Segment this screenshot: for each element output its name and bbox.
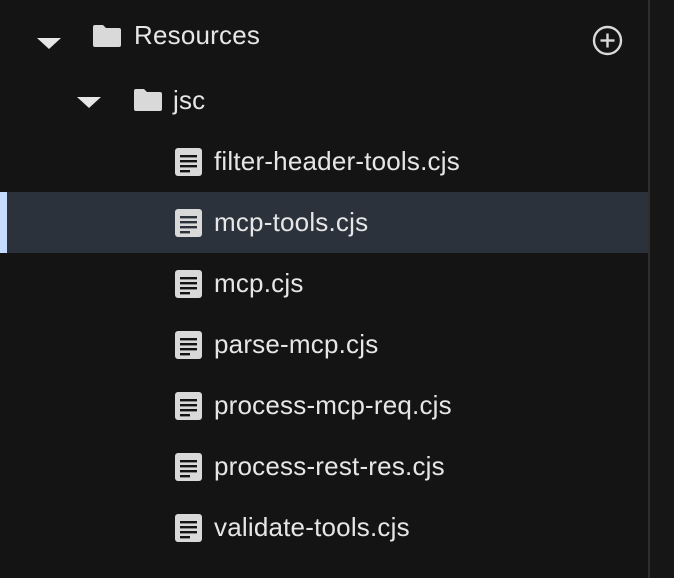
file-label: process-mcp-req.cjs [214,390,452,420]
folder-row-resources[interactable]: Resources [0,6,648,67]
file-text-icon [175,148,202,176]
file-row[interactable]: mcp.cjs [0,253,648,314]
file-text-icon [175,392,202,420]
file-text-icon [175,331,202,359]
file-label: filter-header-tools.cjs [214,146,460,176]
file-label: mcp-tools.cjs [214,207,369,237]
folder-row-jsc[interactable]: jsc [0,70,648,131]
file-text-icon [175,270,202,298]
file-text-icon [175,514,202,542]
editor-pane [650,0,674,578]
file-label: parse-mcp.cjs [214,329,379,359]
file-tree-panel: Resources jsc filter-header-tools.cjs mc… [0,0,648,578]
chevron-down-icon[interactable] [37,38,61,49]
file-row[interactable]: filter-header-tools.cjs [0,131,648,192]
file-label: validate-tools.cjs [214,512,410,542]
add-circle-icon[interactable] [592,25,623,56]
file-row[interactable]: parse-mcp.cjs [0,314,648,375]
file-label: process-rest-res.cjs [214,451,445,481]
folder-label-jsc: jsc [173,85,206,115]
file-row[interactable]: process-mcp-req.cjs [0,375,648,436]
file-row[interactable]: process-rest-res.cjs [0,436,648,497]
folder-label-resources: Resources [134,20,261,50]
chevron-down-icon[interactable] [77,97,101,108]
file-row-selected[interactable]: mcp-tools.cjs [0,192,648,253]
folder-icon [93,25,121,47]
file-row[interactable]: validate-tools.cjs [0,497,648,558]
folder-icon [134,89,162,111]
selection-indicator [0,192,7,253]
file-label: mcp.cjs [214,268,304,298]
file-text-icon [175,209,202,237]
file-text-icon [175,453,202,481]
